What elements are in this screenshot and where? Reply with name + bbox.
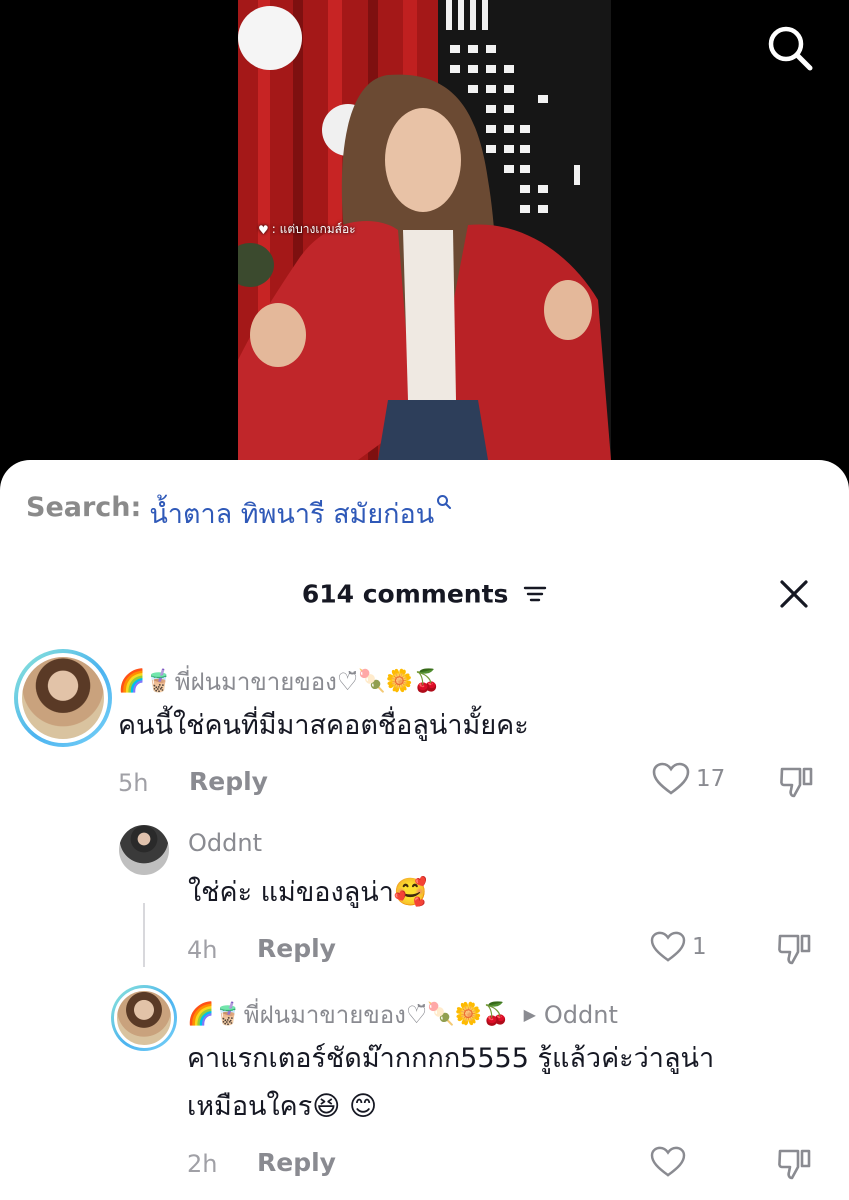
thumbs-down-icon	[778, 1149, 811, 1180]
heart-icon: ♥	[258, 222, 269, 237]
comment-text-line: เหมือนใคร😆 😊	[187, 1091, 378, 1122]
video-caption-text: : แต่บางเกมส์อะ	[271, 222, 356, 236]
username-text: พี่ฝนมาขายของ♡̆̈	[243, 1001, 428, 1029]
search-icon	[768, 26, 813, 71]
video-player[interactable]: ♥ : แต่บางเกมส์อะ	[238, 0, 611, 460]
like-button[interactable]	[650, 1146, 686, 1178]
reply-item: 🌈🧋 พี่ฝนมาขายของ♡̆̈ 🍡🌼🍒 ▶ Oddnt คาแรกเตอ…	[0, 460, 849, 1200]
play-arrow-icon: ▶	[523, 1005, 536, 1024]
video-caption: ♥ : แต่บางเกมส์อะ	[258, 220, 356, 239]
search-button[interactable]	[766, 24, 814, 72]
reply-to-username: Oddnt	[543, 1000, 618, 1029]
username-emoji: 🍡🌼🍒	[427, 1002, 510, 1027]
video-area: ♥ : แต่บางเกมส์อะ	[0, 0, 849, 475]
comments-sheet: Search: น้ำตาล ทิพนารี สมัยก่อน 614 comm…	[0, 460, 849, 1200]
avatar[interactable]	[111, 985, 177, 1051]
comment-username[interactable]: 🌈🧋 พี่ฝนมาขายของ♡̆̈ 🍡🌼🍒 ▶ Oddnt	[187, 995, 618, 1034]
heart-icon	[650, 1146, 686, 1177]
reply-button[interactable]: Reply	[257, 1148, 336, 1177]
reply-to[interactable]: ▶ Oddnt	[524, 1001, 618, 1029]
dislike-button[interactable]	[776, 1145, 812, 1185]
comment-time: 2h	[187, 1150, 218, 1178]
username-emoji: 🌈🧋	[187, 1002, 242, 1027]
comment-text-line: คาแรกเตอร์ชัดม๊ากกกก5555 รู้แล้วค่ะว่าลู…	[187, 1043, 715, 1074]
